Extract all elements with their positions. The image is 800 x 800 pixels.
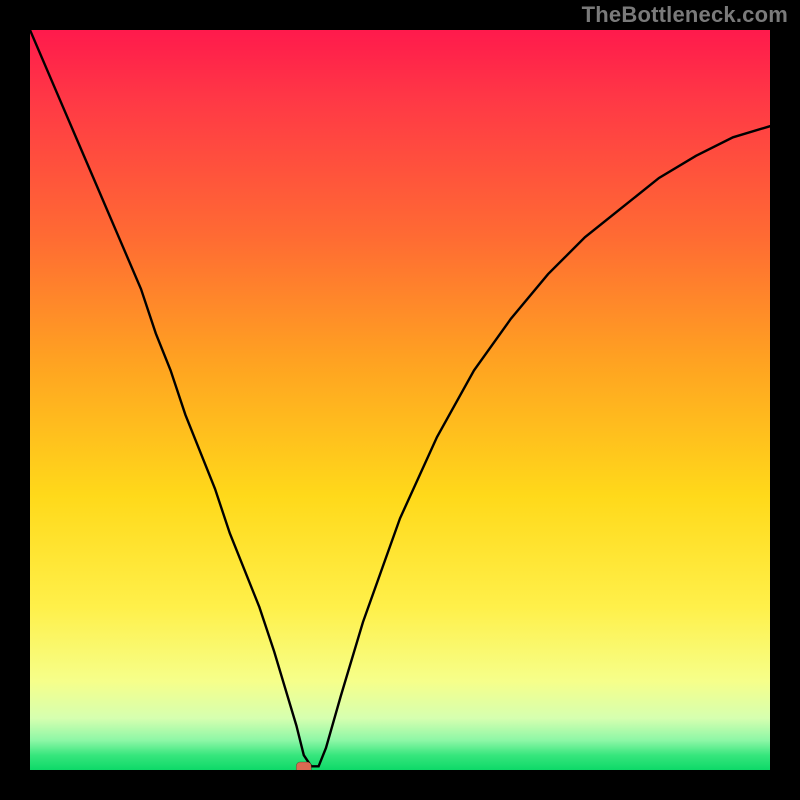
bottleneck-curve bbox=[30, 30, 770, 766]
chart-frame: TheBottleneck.com bbox=[0, 0, 800, 800]
min-marker bbox=[296, 762, 311, 770]
curve-svg bbox=[30, 30, 770, 770]
plot-area bbox=[30, 30, 770, 770]
watermark-text: TheBottleneck.com bbox=[582, 2, 788, 28]
